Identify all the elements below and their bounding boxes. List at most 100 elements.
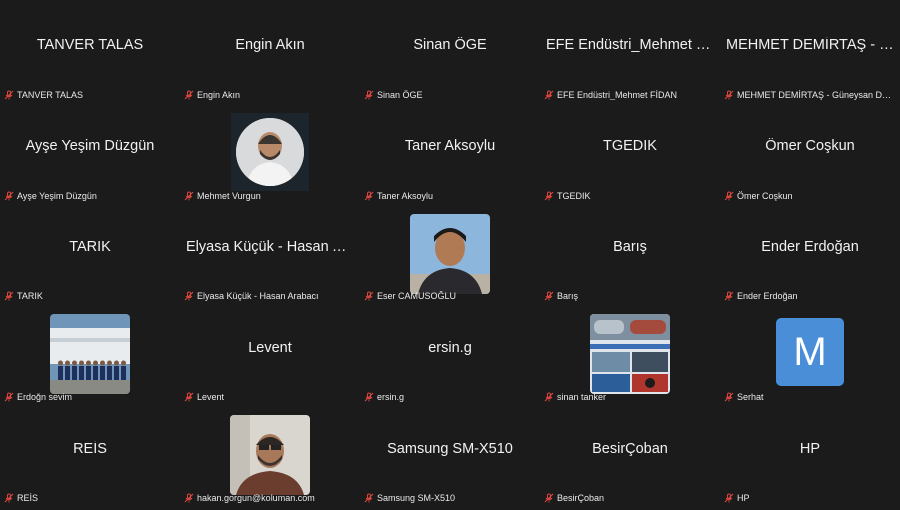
participant-name-tag: Samsung SM-X510 — [364, 493, 536, 503]
mic-muted-icon — [544, 90, 554, 100]
participant-tile[interactable]: M Serhat — [720, 305, 900, 407]
mic-muted-icon — [364, 493, 374, 503]
participant-tile[interactable]: HP HP — [720, 406, 900, 507]
participant-tile[interactable]: sinan tanker — [540, 305, 720, 407]
mic-muted-icon — [364, 392, 374, 402]
mic-muted-icon — [544, 493, 554, 503]
participant-label: BesirÇoban — [557, 493, 605, 503]
mic-muted-icon — [364, 291, 374, 301]
participant-label: Eser CAMUSOĞLU — [377, 291, 457, 302]
participant-label: Ender Erdoğan — [737, 291, 798, 302]
participant-label: Barış — [557, 291, 579, 302]
participant-tile[interactable]: Engin Akın Engin Akın — [180, 3, 360, 104]
participant-tile[interactable]: Ayşe Yeşim Düzgün Ayşe Yeşim Düzgün — [0, 103, 180, 205]
participant-display-name: HP — [799, 440, 821, 457]
participant-tile[interactable]: Elyasa Küçük - Hasan Ar… Elyasa Küçük - H… — [180, 204, 360, 306]
participant-name-tag: Barış — [544, 291, 716, 301]
participant-tile[interactable]: Erdoğn sevim — [0, 305, 180, 407]
participant-name-tag: EFE Endüstri_Mehmet FİDAN — [544, 90, 716, 100]
participant-label: Levent — [197, 392, 225, 403]
participant-display-name: TANVER TALAS — [36, 37, 144, 54]
participant-tile[interactable]: Eser CAMUSOĞLU — [360, 204, 540, 306]
participant-name-tag: BesirÇoban — [544, 493, 716, 503]
participant-video — [230, 415, 310, 496]
participant-name-tag: Taner Aksoylu — [364, 191, 536, 201]
participant-tile[interactable]: REİS REİS — [0, 406, 180, 507]
participant-name-tag: Engin Akın — [184, 90, 356, 100]
participant-tile[interactable]: MEHMET DEMİRTAŞ - G… MEHMET DEMİRTAŞ - Gü… — [720, 3, 900, 104]
participant-name-tag: Ömer Coşkun — [724, 191, 896, 201]
mic-muted-icon — [544, 191, 554, 201]
mic-muted-icon — [184, 493, 194, 503]
mic-muted-icon — [544, 392, 554, 402]
participant-label: TARIK — [17, 291, 43, 302]
participant-label: Engin Akın — [197, 89, 241, 100]
participant-tile[interactable]: Sinan ÖGE Sinan ÖGE — [360, 3, 540, 104]
participant-label: Samsung SM-X510 — [377, 493, 456, 503]
participant-name-tag: TGEDIK — [544, 191, 716, 201]
participant-label: sinan tanker — [557, 392, 607, 403]
participant-display-name: ersin.g — [428, 339, 472, 356]
participant-name-tag: Elyasa Küçük - Hasan Arabacı — [184, 291, 356, 301]
participant-gallery: TANVER TALAS TANVER TALAS Engin Akın Engin … — [0, 3, 900, 507]
participant-display-name: EFE Endüstri_Mehmet Fİ… — [546, 37, 714, 54]
participant-video — [50, 314, 130, 395]
participant-tile[interactable]: Barış Barış — [540, 204, 720, 306]
participant-display-name: TARIK — [69, 238, 111, 255]
participant-display-name: MEHMET DEMİRTAŞ - G… — [726, 37, 894, 54]
mic-muted-icon — [724, 191, 734, 201]
participant-label: EFE Endüstri_Mehmet FİDAN — [557, 89, 678, 100]
participant-tile[interactable]: Ömer Coşkun Ömer Coşkun — [720, 103, 900, 205]
mic-muted-icon — [184, 191, 194, 201]
mic-muted-icon — [364, 90, 374, 100]
participant-label: Erdoğn sevim — [17, 392, 73, 403]
participant-label: Ayşe Yeşim Düzgün — [17, 190, 97, 201]
letter-avatar: M — [776, 318, 844, 387]
participant-display-name: Levent — [248, 339, 292, 356]
participant-tile[interactable]: Levent Levent — [180, 305, 360, 407]
participant-label: hakan.gorgun@koluman.com — [197, 493, 315, 503]
participant-name-tag: Serhat — [724, 392, 896, 402]
participant-video — [410, 213, 490, 294]
participant-label: Serhat — [737, 392, 764, 403]
participant-display-name: REİS — [73, 440, 107, 457]
participant-label: ersin.g — [377, 392, 405, 403]
participant-tile[interactable]: hakan.gorgun@koluman.com — [180, 406, 360, 507]
participant-name-tag: MEHMET DEMİRTAŞ - Güneysan Dorse — [724, 90, 896, 100]
participant-display-name: Ayşe Yeşim Düzgün — [25, 138, 155, 155]
mic-muted-icon — [184, 392, 194, 402]
participant-tile[interactable]: TANVER TALAS TANVER TALAS — [0, 3, 180, 104]
participant-name-tag: Eser CAMUSOĞLU — [364, 291, 536, 301]
participant-tile[interactable]: Taner Aksoylu Taner Aksoylu — [360, 103, 540, 205]
participant-name-tag: ersin.g — [364, 392, 536, 402]
participant-label: Sinan ÖGE — [377, 89, 423, 100]
participant-name-tag: Levent — [184, 392, 356, 402]
participant-label: Mehmet Vurgun — [197, 190, 261, 201]
mic-muted-icon — [4, 191, 14, 201]
participant-tile[interactable]: Samsung SM-X510 Samsung SM-X510 — [360, 406, 540, 507]
profile-picture — [231, 112, 309, 191]
participant-label: MEHMET DEMİRTAŞ - Güneysan Dorse — [737, 89, 896, 100]
participant-tile[interactable]: BesirÇoban BesirÇoban — [540, 406, 720, 507]
mic-muted-icon — [724, 493, 734, 503]
mic-muted-icon — [724, 392, 734, 402]
mic-muted-icon — [724, 90, 734, 100]
mic-muted-icon — [184, 90, 194, 100]
participant-label: TANVER TALAS — [17, 89, 84, 100]
participant-tile[interactable]: Ender Erdoğan Ender Erdoğan — [720, 204, 900, 306]
participant-display-name: BesirÇoban — [592, 440, 668, 457]
participant-name-tag: HP — [724, 493, 896, 503]
mic-muted-icon — [724, 291, 734, 301]
participant-display-name: Sinan ÖGE — [413, 37, 487, 54]
participant-name-tag: Sinan ÖGE — [364, 90, 536, 100]
participant-label: Elyasa Küçük - Hasan Arabacı — [197, 291, 319, 302]
participant-display-name: Samsung SM-X510 — [387, 440, 513, 457]
participant-tile[interactable]: ersin.g ersin.g — [360, 305, 540, 407]
participant-name-tag: TARIK — [4, 291, 176, 301]
participant-tile[interactable]: EFE Endüstri_Mehmet Fİ… EFE Endüstri_Mehm… — [540, 3, 720, 104]
participant-tile[interactable]: TARIK TARIK — [0, 204, 180, 306]
participant-tile[interactable]: Mehmet Vurgun — [180, 103, 360, 205]
participant-tile[interactable]: TGEDIK TGEDIK — [540, 103, 720, 205]
participant-name-tag: TANVER TALAS — [4, 90, 176, 100]
participant-label: TGEDIK — [557, 190, 591, 201]
